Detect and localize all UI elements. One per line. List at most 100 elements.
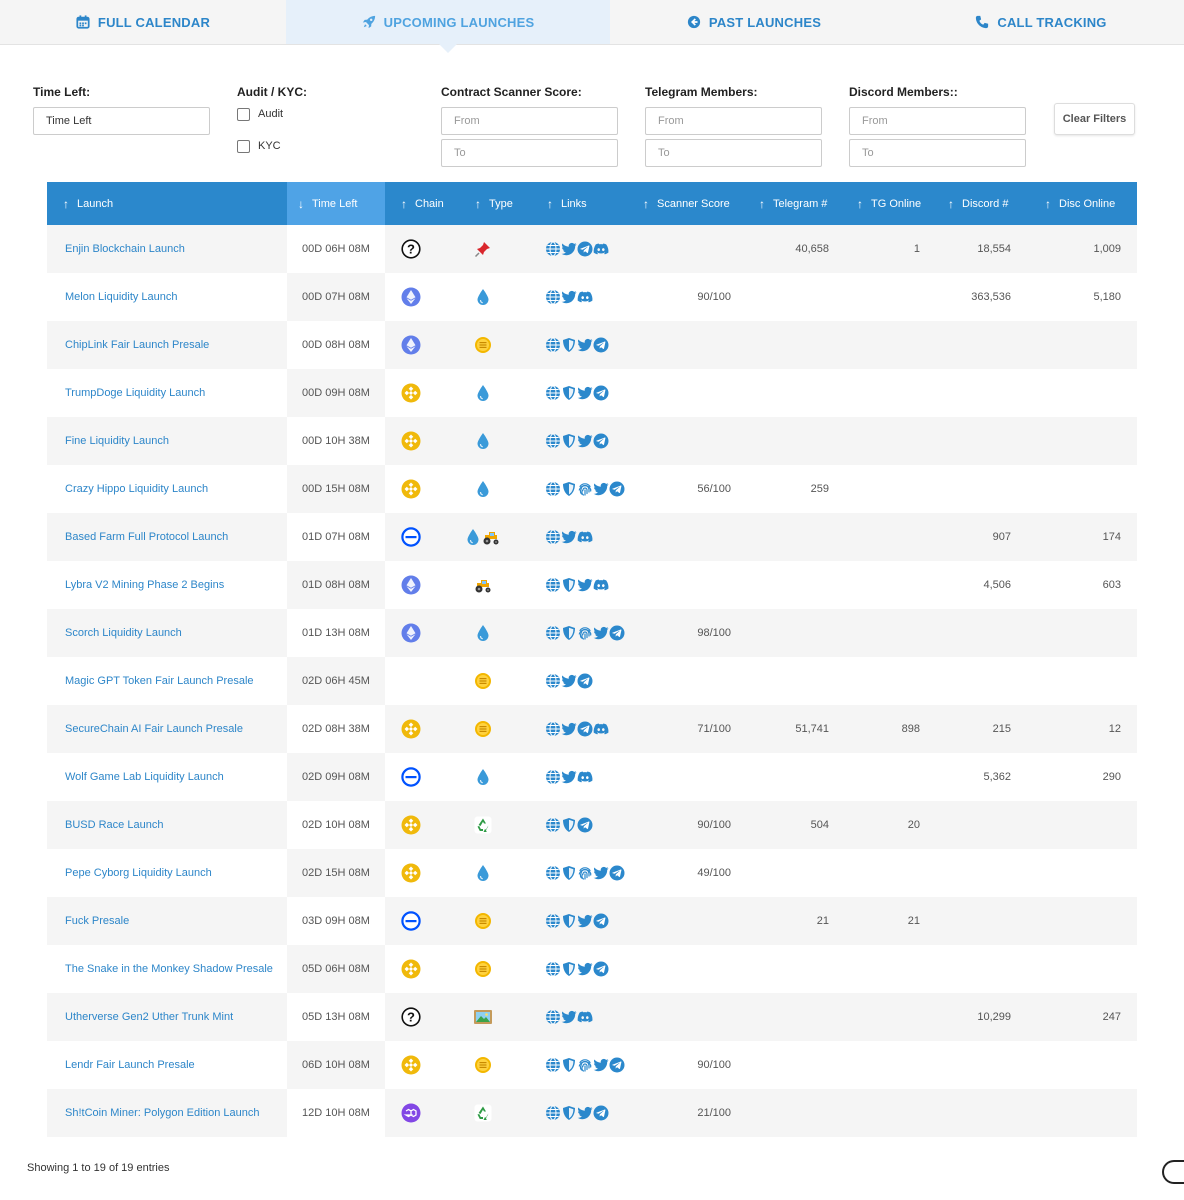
link-web-icon[interactable] xyxy=(545,913,561,929)
link-web-icon[interactable] xyxy=(545,577,561,593)
link-twitter-icon[interactable] xyxy=(593,865,609,881)
launch-name-link[interactable]: Scorch Liquidity Launch xyxy=(47,609,287,657)
column-header-links[interactable]: ↑ Links xyxy=(531,182,635,225)
link-twitter-icon[interactable] xyxy=(577,577,593,593)
link-telegram-icon[interactable] xyxy=(609,625,625,641)
link-twitter-icon[interactable] xyxy=(577,913,593,929)
link-discord-icon[interactable] xyxy=(593,721,609,737)
discord-from-input[interactable]: From xyxy=(849,107,1026,135)
link-telegram-icon[interactable] xyxy=(577,817,593,833)
clear-filters-button[interactable]: Clear Filters xyxy=(1054,103,1135,135)
launch-name-link[interactable]: The Snake in the Monkey Shadow Presale xyxy=(47,945,287,993)
link-telegram-icon[interactable] xyxy=(593,961,609,977)
tab-call-tracking[interactable]: CALL TRACKING xyxy=(898,0,1184,44)
launch-name-link[interactable]: Sh!tCoin Miner: Polygon Edition Launch xyxy=(47,1089,287,1137)
link-discord-icon[interactable] xyxy=(577,289,593,305)
launch-name-link[interactable]: Based Farm Full Protocol Launch xyxy=(47,513,287,561)
link-discord-icon[interactable] xyxy=(577,1009,593,1025)
link-telegram-icon[interactable] xyxy=(609,1057,625,1073)
link-twitter-icon[interactable] xyxy=(593,481,609,497)
link-web-icon[interactable] xyxy=(545,769,561,785)
link-web-icon[interactable] xyxy=(545,625,561,641)
launch-name-link[interactable]: ChipLink Fair Launch Presale xyxy=(47,321,287,369)
launch-name-link[interactable]: Lendr Fair Launch Presale xyxy=(47,1041,287,1089)
column-header-discord[interactable]: ↑ Discord # xyxy=(936,182,1027,225)
link-twitter-icon[interactable] xyxy=(577,1105,593,1121)
link-shield-icon[interactable] xyxy=(561,1057,577,1073)
link-web-icon[interactable] xyxy=(545,721,561,737)
link-twitter-icon[interactable] xyxy=(561,673,577,689)
link-discord-icon[interactable] xyxy=(593,241,609,257)
link-shield-icon[interactable] xyxy=(561,913,577,929)
link-shield-icon[interactable] xyxy=(561,385,577,401)
launch-name-link[interactable]: Magic GPT Token Fair Launch Presale xyxy=(47,657,287,705)
link-web-icon[interactable] xyxy=(545,961,561,977)
chat-widget-button[interactable] xyxy=(1162,1160,1184,1184)
link-telegram-icon[interactable] xyxy=(609,865,625,881)
telegram-to-input[interactable]: To xyxy=(645,139,822,167)
link-shield-icon[interactable] xyxy=(561,1105,577,1121)
link-telegram-icon[interactable] xyxy=(593,385,609,401)
link-web-icon[interactable] xyxy=(545,433,561,449)
link-web-icon[interactable] xyxy=(545,817,561,833)
link-discord-icon[interactable] xyxy=(577,529,593,545)
link-web-icon[interactable] xyxy=(545,1105,561,1121)
launch-name-link[interactable]: Utherverse Gen2 Uther Trunk Mint xyxy=(47,993,287,1041)
link-telegram-icon[interactable] xyxy=(577,721,593,737)
link-telegram-icon[interactable] xyxy=(577,241,593,257)
launch-name-link[interactable]: SecureChain AI Fair Launch Presale xyxy=(47,705,287,753)
link-telegram-icon[interactable] xyxy=(609,481,625,497)
tab-upcoming-launches[interactable]: UPCOMING LAUNCHES xyxy=(286,0,610,44)
discord-to-input[interactable]: To xyxy=(849,139,1026,167)
launch-name-link[interactable]: Enjin Blockchain Launch xyxy=(47,225,287,273)
column-header-tg-online[interactable]: ↑ TG Online xyxy=(845,182,936,225)
column-header-disc-online[interactable]: ↑ Disc Online xyxy=(1027,182,1137,225)
link-web-icon[interactable] xyxy=(545,481,561,497)
link-web-icon[interactable] xyxy=(545,673,561,689)
link-fingerprint-icon[interactable] xyxy=(577,865,593,881)
link-fingerprint-icon[interactable] xyxy=(577,1057,593,1073)
column-header-time-left[interactable]: ↓ Time Left xyxy=(287,182,385,225)
link-telegram-icon[interactable] xyxy=(593,337,609,353)
launch-name-link[interactable]: Lybra V2 Mining Phase 2 Begins xyxy=(47,561,287,609)
audit-checkbox[interactable] xyxy=(237,107,250,121)
launch-name-link[interactable]: BUSD Race Launch xyxy=(47,801,287,849)
link-web-icon[interactable] xyxy=(545,385,561,401)
link-discord-icon[interactable] xyxy=(593,577,609,593)
link-shield-icon[interactable] xyxy=(561,625,577,641)
launch-name-link[interactable]: Fuck Presale xyxy=(47,897,287,945)
link-shield-icon[interactable] xyxy=(561,481,577,497)
link-web-icon[interactable] xyxy=(545,337,561,353)
column-header-telegram[interactable]: ↑ Telegram # xyxy=(747,182,845,225)
tab-full-calendar[interactable]: FULL CALENDAR xyxy=(0,0,286,44)
link-twitter-icon[interactable] xyxy=(561,769,577,785)
link-telegram-icon[interactable] xyxy=(577,673,593,689)
column-header-scanner-score[interactable]: ↑ Scanner Score xyxy=(635,182,747,225)
link-web-icon[interactable] xyxy=(545,1057,561,1073)
launch-name-link[interactable]: Wolf Game Lab Liquidity Launch xyxy=(47,753,287,801)
link-twitter-icon[interactable] xyxy=(561,289,577,305)
launch-name-link[interactable]: TrumpDoge Liquidity Launch xyxy=(47,369,287,417)
link-telegram-icon[interactable] xyxy=(593,433,609,449)
link-twitter-icon[interactable] xyxy=(577,337,593,353)
link-discord-icon[interactable] xyxy=(577,769,593,785)
launch-name-link[interactable]: Pepe Cyborg Liquidity Launch xyxy=(47,849,287,897)
column-header-chain[interactable]: ↑ Chain xyxy=(385,182,451,225)
link-twitter-icon[interactable] xyxy=(561,241,577,257)
telegram-from-input[interactable]: From xyxy=(645,107,822,135)
link-fingerprint-icon[interactable] xyxy=(577,481,593,497)
link-shield-icon[interactable] xyxy=(561,817,577,833)
link-twitter-icon[interactable] xyxy=(561,1009,577,1025)
link-twitter-icon[interactable] xyxy=(577,385,593,401)
kyc-checkbox[interactable] xyxy=(237,139,250,153)
time-left-select[interactable]: Time Left xyxy=(33,107,210,135)
link-twitter-icon[interactable] xyxy=(593,1057,609,1073)
link-twitter-icon[interactable] xyxy=(561,721,577,737)
link-twitter-icon[interactable] xyxy=(593,625,609,641)
link-twitter-icon[interactable] xyxy=(577,433,593,449)
column-header-launch[interactable]: ↑ Launch xyxy=(47,182,287,225)
scanner-to-input[interactable]: To xyxy=(441,139,618,167)
link-shield-icon[interactable] xyxy=(561,577,577,593)
column-header-type[interactable]: ↑ Type xyxy=(451,182,531,225)
link-twitter-icon[interactable] xyxy=(577,961,593,977)
